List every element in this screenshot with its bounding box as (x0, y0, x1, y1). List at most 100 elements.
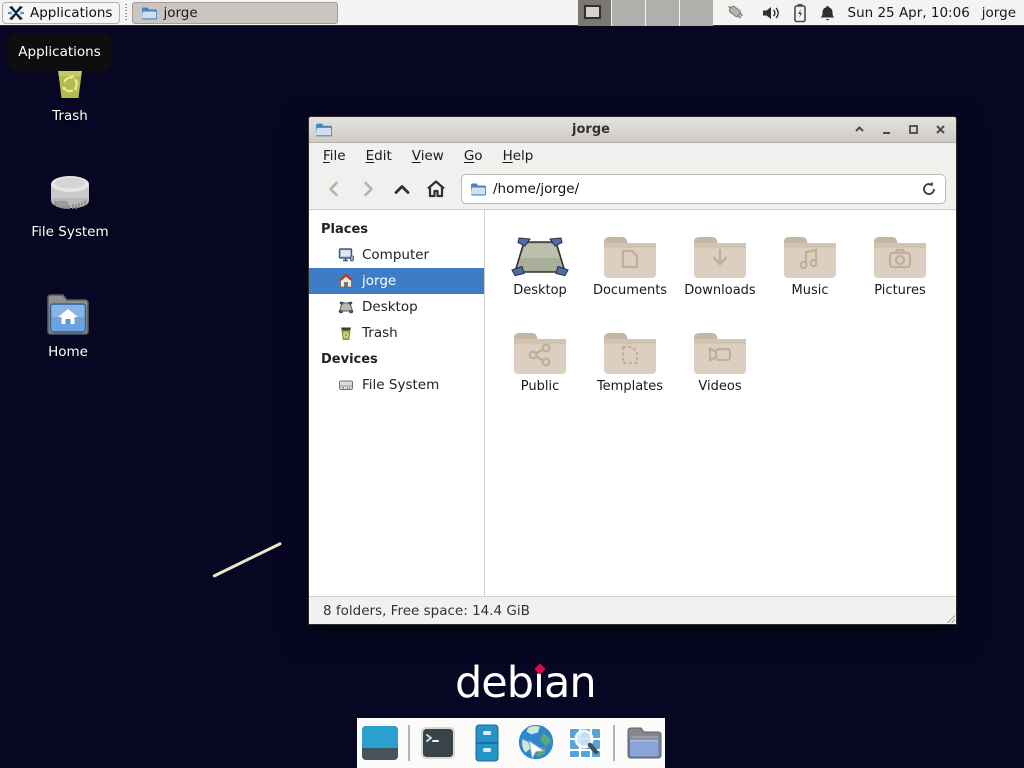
sidebar-item-jorge[interactable]: jorge (309, 268, 484, 294)
application-finder-launcher[interactable] (564, 722, 606, 764)
path-folder-icon (470, 182, 486, 196)
sidebar: Places Computer (309, 210, 485, 596)
sidebar-header-devices: Devices (309, 346, 484, 372)
home-icon (338, 273, 354, 289)
desktop-icon-label: File System (20, 224, 120, 240)
up-button[interactable] (387, 174, 417, 204)
desktop-icon-home[interactable]: Home (18, 288, 118, 360)
workspace-1[interactable] (578, 0, 611, 26)
back-button[interactable] (319, 174, 349, 204)
folder-item-videos[interactable]: Videos (675, 318, 765, 414)
folder-item-desktop[interactable]: Desktop (495, 222, 585, 318)
sidebar-item-computer[interactable]: Computer (309, 242, 484, 268)
folder-item-templates[interactable]: Templates (585, 318, 675, 414)
sidebar-item-desktop[interactable]: Desktop (309, 294, 484, 320)
directory-menu-button[interactable] (622, 722, 664, 764)
clock[interactable]: Sun 25 Apr, 10:06 (848, 5, 970, 21)
folder-item-label: Downloads (684, 283, 755, 298)
debian-logo-text: deb (455, 662, 533, 705)
debian-logo-text: an (544, 662, 596, 705)
desktop-icon-label: Trash (20, 108, 120, 124)
applications-menu-button[interactable]: Applications (2, 2, 120, 24)
statusbar-text: 8 folders, Free space: 14.4 GiB (323, 603, 530, 619)
workspace-window-preview (584, 5, 601, 19)
folder-item-label: Desktop (513, 283, 567, 298)
sidebar-item-label: jorge (362, 273, 396, 289)
desktop-icon-label: Home (18, 344, 118, 360)
sidebar-item-file-system[interactable]: File System (309, 372, 484, 398)
folder-item-label: Pictures (874, 283, 925, 298)
panel-handle[interactable] (123, 4, 129, 22)
tooltip-text: Applications (18, 44, 100, 60)
folder-item-pictures[interactable]: Pictures (855, 222, 945, 318)
window-folder-icon (315, 122, 333, 137)
folder-item-label: Public (521, 379, 559, 394)
window-title: jorge (333, 122, 849, 137)
file-manager-launcher[interactable] (466, 722, 508, 764)
home-button[interactable] (421, 174, 451, 204)
menu-file[interactable]: File (313, 145, 356, 167)
path-input[interactable]: /home/jorge/ (493, 181, 914, 197)
folder-icon (141, 6, 157, 20)
sidebar-item-label: Desktop (362, 299, 418, 315)
dock-panel (357, 718, 665, 768)
system-tray (725, 3, 836, 23)
computer-icon (338, 247, 354, 263)
dock-separator (613, 725, 615, 761)
folder-downloads-icon (691, 222, 749, 280)
folder-item-downloads[interactable]: Downloads (675, 222, 765, 318)
desktop-icon-file-system[interactable]: File System (20, 168, 120, 240)
menu-edit[interactable]: Edit (356, 145, 402, 167)
menu-view[interactable]: View (402, 145, 454, 167)
workspace-2[interactable] (612, 0, 645, 26)
folder-item-label: Videos (698, 379, 741, 394)
trash-icon (338, 325, 354, 341)
statusbar: 8 folders, Free space: 14.4 GiB (309, 596, 956, 624)
resize-grip[interactable] (945, 613, 955, 623)
hard-drive-icon (20, 168, 120, 220)
applications-menu-label: Applications (30, 5, 112, 21)
taskbar-window-label: jorge (163, 5, 197, 21)
ac-adapter-icon[interactable] (725, 3, 749, 23)
minimize-button[interactable] (876, 120, 896, 140)
sidebar-item-trash[interactable]: Trash (309, 320, 484, 346)
menu-go[interactable]: Go (454, 145, 493, 167)
taskbar-window-button[interactable]: jorge (132, 2, 338, 24)
folder-item-documents[interactable]: Documents (585, 222, 675, 318)
menubar: File Edit View Go Help (309, 143, 956, 169)
shade-button[interactable] (849, 120, 869, 140)
username-label[interactable]: jorge (982, 5, 1016, 21)
titlebar[interactable]: jorge (309, 117, 956, 143)
close-button[interactable] (930, 120, 950, 140)
volume-icon[interactable] (761, 4, 781, 22)
web-browser-launcher[interactable] (515, 722, 557, 764)
top-panel: Applications jorge (0, 0, 1024, 26)
folder-view[interactable]: Desktop Documents (485, 210, 956, 596)
reload-icon[interactable] (921, 181, 937, 197)
folder-item-public[interactable]: Public (495, 318, 585, 414)
workspace-switcher[interactable] (578, 0, 713, 26)
sidebar-item-label: File System (362, 377, 439, 393)
battery-charging-icon[interactable] (793, 3, 807, 23)
sidebar-item-label: Computer (362, 247, 429, 263)
sidebar-header-places: Places (309, 216, 484, 242)
folder-public-icon (511, 318, 569, 376)
workspace-3[interactable] (646, 0, 679, 26)
maximize-button[interactable] (903, 120, 923, 140)
folder-documents-icon (601, 222, 659, 280)
notification-bell-icon[interactable] (819, 4, 836, 23)
folder-item-music[interactable]: Music (765, 222, 855, 318)
workspace-4[interactable] (680, 0, 713, 26)
forward-button[interactable] (353, 174, 383, 204)
path-bar[interactable]: /home/jorge/ (461, 174, 946, 204)
folder-item-label: Documents (593, 283, 667, 298)
menu-help[interactable]: Help (493, 145, 544, 167)
folder-videos-icon (691, 318, 749, 376)
folder-item-label: Music (792, 283, 829, 298)
drive-icon (338, 377, 354, 393)
applications-tooltip: Applications (8, 33, 111, 71)
desktop-pad-icon (510, 222, 570, 280)
show-desktop-button[interactable] (359, 722, 401, 764)
folder-templates-icon (601, 318, 659, 376)
terminal-launcher[interactable] (417, 722, 459, 764)
